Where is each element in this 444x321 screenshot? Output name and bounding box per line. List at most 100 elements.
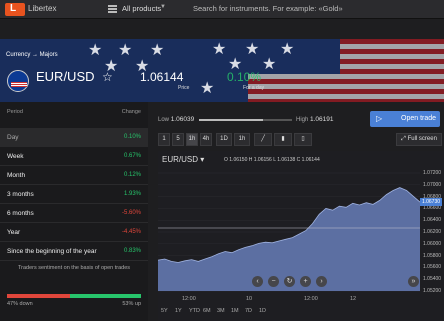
period-button[interactable]: YTD xyxy=(189,308,200,314)
sentiment-bar-down xyxy=(7,294,70,298)
period-change: -4.45% xyxy=(121,229,141,235)
sentiment-label: Traders sentiment on the basis of open t… xyxy=(18,265,130,271)
period-label: Year xyxy=(7,229,21,236)
favorite-star-icon[interactable]: ☆ xyxy=(102,70,113,84)
y-tick-label: 1.05800 xyxy=(423,252,442,259)
y-tick-label: 1.07200 xyxy=(423,170,442,176)
change-label: For a day xyxy=(243,85,265,91)
period-change: -5.60% xyxy=(121,210,141,216)
star-decoration: ★ xyxy=(245,41,260,58)
bar-chart-icon[interactable]: ▮ xyxy=(274,133,292,146)
high-value: 1.06191 xyxy=(310,116,334,123)
chevron-down-icon[interactable]: ▼ xyxy=(160,4,166,10)
zoom-out-icon[interactable]: − xyxy=(268,276,279,287)
sentiment-up: 53% up xyxy=(122,301,141,307)
star-decoration: ★ xyxy=(200,80,215,97)
timeframe-button[interactable]: 1h xyxy=(234,133,250,146)
sentiment-down: 47% down xyxy=(7,301,33,307)
sentiment-bar xyxy=(7,294,141,298)
y-tick-label: 1.06600 xyxy=(423,205,442,212)
period-change: 0.10% xyxy=(123,134,141,140)
scroll-to-end-icon[interactable]: » xyxy=(408,276,419,287)
performance-row[interactable]: Year -4.45% xyxy=(0,223,148,242)
chart-symbol[interactable]: EUR/USD ▾ xyxy=(162,155,204,164)
period-change: 0.12% xyxy=(123,172,141,178)
period-label: Week xyxy=(7,153,24,160)
line-chart-icon[interactable]: ╱ xyxy=(254,133,272,146)
performance-row[interactable]: 6 months -5.60% xyxy=(0,204,148,223)
period-change: 1.93% xyxy=(123,191,141,197)
period-label: 6 months xyxy=(7,210,34,217)
price-label: Price xyxy=(178,85,190,91)
x-tick-label: 12:00 xyxy=(304,296,318,302)
instrument-name: EUR/USD xyxy=(36,69,95,84)
low-value: 1.06039 xyxy=(170,116,195,123)
price-chart[interactable]: EUR/USD ▾ O 1.06150 H 1.06156 L 1.06138 … xyxy=(158,151,444,321)
day-range-bar xyxy=(199,119,292,121)
period-change: 0.83% xyxy=(123,248,141,254)
period-button[interactable]: 1M xyxy=(231,308,239,314)
zoom-in-icon[interactable]: + xyxy=(300,276,311,287)
change-column-header: Change xyxy=(121,109,141,115)
performance-row[interactable]: Month 0.12% xyxy=(0,166,148,185)
period-column-header: Period xyxy=(7,109,23,115)
chart-svg xyxy=(158,172,421,292)
y-tick-label: 1.05400 xyxy=(423,276,442,283)
period-button[interactable]: 7D xyxy=(245,308,252,314)
reset-icon[interactable]: ↻ xyxy=(284,276,295,287)
timeframe-button[interactable]: 5 xyxy=(172,133,184,146)
day-high: High 1.06191 xyxy=(296,116,334,123)
period-button[interactable]: 6M xyxy=(203,308,211,314)
all-products-menu[interactable]: All products xyxy=(122,4,161,13)
performance-panel: Period Change Day 0.10% Week 0.67% Month 0.12… xyxy=(0,102,148,321)
y-tick-label: 1.07000 xyxy=(423,181,442,188)
timeframe-button[interactable]: 4h xyxy=(200,133,212,146)
search-input[interactable]: Search for instruments. For example: «Go… xyxy=(193,4,343,13)
open-trade-button[interactable]: ▷ Open trade xyxy=(370,111,440,127)
menu-icon[interactable] xyxy=(108,5,117,13)
x-tick-label: 12:00 xyxy=(182,296,196,302)
breadcrumb[interactable]: Currency → Majors xyxy=(6,52,58,58)
performance-row[interactable]: Day 0.10% xyxy=(0,128,148,147)
period-label: Since the beginning of the year xyxy=(7,248,97,255)
performance-row[interactable]: 3 months 1.93% xyxy=(0,185,148,204)
star-decoration: ★ xyxy=(118,42,133,59)
performance-row[interactable]: Week 0.67% xyxy=(0,147,148,166)
day-range-fill xyxy=(199,119,264,121)
scroll-right-icon[interactable]: › xyxy=(316,276,327,287)
eu-flag-icon xyxy=(7,70,29,92)
timeframe-button[interactable]: 1D xyxy=(216,133,232,146)
current-price: 1.06144 xyxy=(140,70,184,84)
period-label: Month xyxy=(7,172,26,179)
candle-chart-icon[interactable]: ▯ xyxy=(294,133,312,146)
star-decoration: ★ xyxy=(88,42,103,59)
logo-mark: L xyxy=(10,3,17,14)
y-tick-label: 1.05200 xyxy=(423,288,442,294)
y-tick-label: 1.06400 xyxy=(423,217,442,224)
star-decoration: ★ xyxy=(150,42,165,59)
timeframe-button[interactable]: 1 xyxy=(158,133,170,146)
performance-row[interactable]: Since the beginning of the year 0.83% xyxy=(0,242,148,261)
play-icon: ▷ xyxy=(376,114,383,123)
libertex-logo[interactable]: L xyxy=(5,3,25,16)
brand-name: Libertex xyxy=(28,4,57,13)
high-label: High xyxy=(296,117,309,123)
period-label: Day xyxy=(7,134,19,141)
open-trade-label: Open trade xyxy=(401,115,437,122)
period-label: 3 months xyxy=(7,191,34,198)
current-price-marker: 1.06730 xyxy=(420,198,442,207)
ohlc-readout: O 1.06150 H 1.06156 L 1.06138 C 1.06144 xyxy=(224,157,320,163)
chart-symbol-label: EUR/USD xyxy=(162,155,199,164)
timeframe-button[interactable]: 1h xyxy=(186,133,198,146)
y-tick-label: 1.06200 xyxy=(423,229,442,235)
y-tick-label: 1.05600 xyxy=(423,264,442,271)
star-decoration: ★ xyxy=(280,41,295,58)
fullscreen-label: Full screen xyxy=(407,136,437,142)
period-button[interactable]: 5Y xyxy=(161,308,168,314)
period-button[interactable]: 3M xyxy=(217,308,225,314)
x-tick-label: 10 xyxy=(246,296,253,302)
scroll-left-icon[interactable]: ‹ xyxy=(252,276,263,287)
fullscreen-button[interactable]: ⤢ Full screen xyxy=(396,133,442,146)
period-button[interactable]: 1Y xyxy=(175,308,182,314)
period-button[interactable]: 1D xyxy=(259,308,266,314)
